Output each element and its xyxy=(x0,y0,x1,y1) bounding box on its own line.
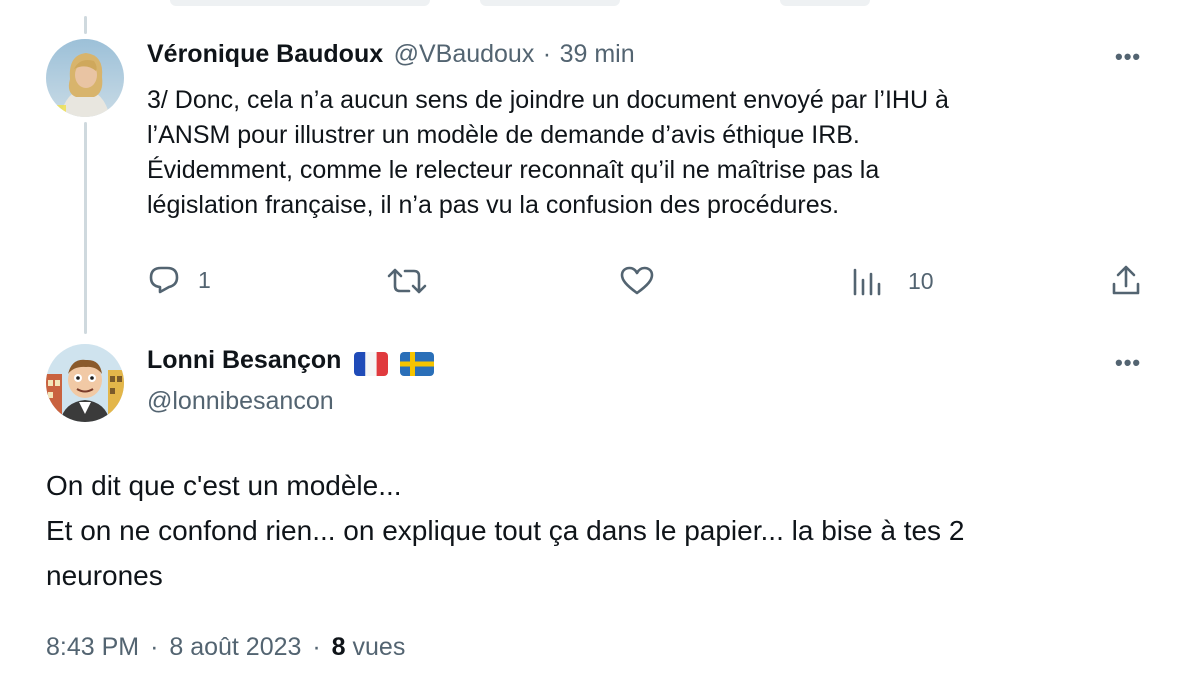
previous-tweet-remnant xyxy=(0,0,1200,22)
reply-button[interactable]: 1 xyxy=(148,265,211,295)
thread-connector-line xyxy=(84,122,87,334)
thread-connector-line xyxy=(84,16,87,34)
more-options-button[interactable]: ••• xyxy=(1115,350,1141,376)
share-icon xyxy=(1112,265,1140,295)
views-count: 8 xyxy=(331,633,346,661)
author-handle[interactable]: @VBaudoux xyxy=(394,40,535,68)
like-button[interactable] xyxy=(620,266,654,296)
tweet-date[interactable]: 8 août 2023 xyxy=(169,633,301,661)
avatar-veronique[interactable] xyxy=(46,39,124,117)
separator: · xyxy=(312,633,321,661)
author-name[interactable]: Véronique Baudoux xyxy=(147,40,383,68)
avatar-lonni[interactable] xyxy=(46,344,124,422)
tweet2-header: Lonni Besançon xyxy=(147,346,435,376)
tweet1-header: Véronique Baudoux @VBaudoux · 39 min xyxy=(147,40,1107,74)
separator: · xyxy=(150,633,159,661)
share-button[interactable] xyxy=(1111,264,1141,296)
reply-count: 1 xyxy=(198,266,211,293)
reply-icon xyxy=(149,266,179,294)
heart-icon xyxy=(620,266,654,295)
views-count: 10 xyxy=(908,267,934,294)
views-button[interactable]: 10 xyxy=(852,266,934,296)
tweet-meta: 8:43 PM · 8 août 2023 · 8 vues xyxy=(46,633,405,662)
views-label: vues xyxy=(352,633,406,661)
timestamp[interactable]: 39 min xyxy=(560,40,635,68)
tweet-text: 3/ Donc, cela n’a aucun sens de joindre … xyxy=(147,86,949,219)
flag-france-icon xyxy=(353,351,388,376)
tweet-time[interactable]: 8:43 PM xyxy=(46,633,139,661)
tweet-text: On dit que c'est un modèle... Et on ne c… xyxy=(46,470,965,591)
more-options-button[interactable]: ••• xyxy=(1115,44,1141,70)
separator: · xyxy=(542,40,552,68)
retweet-button[interactable] xyxy=(387,266,427,296)
author-handle[interactable]: @lonnibesancon xyxy=(147,387,334,416)
author-name[interactable]: Lonni Besançon xyxy=(147,346,341,374)
flag-sweden-icon xyxy=(400,351,435,376)
views-icon xyxy=(853,268,881,296)
retweet-icon xyxy=(387,268,427,294)
